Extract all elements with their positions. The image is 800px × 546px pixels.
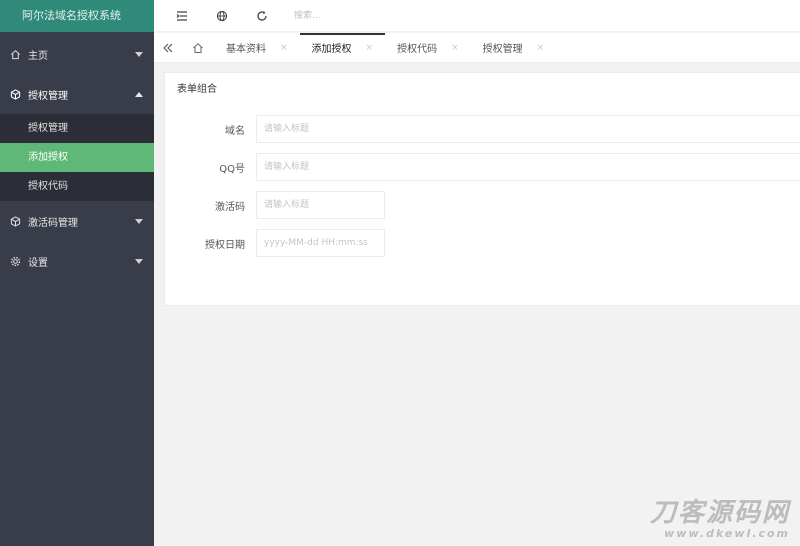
auth-date-input[interactable] [256, 229, 385, 257]
form-card: 表单组合 域名 QQ号 激活码 授权日期 [164, 72, 800, 306]
menu-fold-icon [176, 10, 187, 21]
sidebar-item-label: 设置 [28, 257, 48, 269]
close-icon[interactable]: × [366, 43, 374, 53]
sidebar-item-label: 激活码管理 [28, 217, 78, 229]
chevron-up-icon [135, 92, 143, 97]
double-chevron-left-icon [163, 43, 173, 52]
watermark-url: www.dkewl.com [664, 527, 790, 540]
tab-label: 授权管理 [482, 44, 523, 55]
sidebar-subitem-auth-manage[interactable]: 授权管理 [0, 114, 154, 143]
form-row-qq: QQ号 [165, 153, 800, 181]
app-title: 阿尔法域名授权系统 [0, 0, 154, 32]
home-icon [9, 48, 21, 60]
box-icon [9, 215, 21, 227]
chevron-down-icon [135, 52, 143, 57]
tab-auth-manage[interactable]: 授权管理 × [471, 33, 557, 63]
qq-label: QQ号 [219, 163, 245, 175]
sidebar-item-label: 授权管理 [28, 90, 68, 102]
tab-bar: 基本资料 × 添加授权 × 授权代码 × 授权管理 × [154, 32, 800, 63]
top-header [154, 0, 800, 32]
refresh-button[interactable] [242, 0, 282, 32]
sidebar: 阿尔法域名授权系统 主页 授权管理 授权管理 添加授权 授权代码 激活码管理 设… [0, 0, 154, 546]
watermark: 刀客源码网 www.dkewl.com [650, 499, 790, 540]
sidebar-item-home[interactable]: 主页 [0, 34, 154, 74]
domain-label: 域名 [225, 125, 245, 137]
auth-date-label: 授权日期 [205, 239, 245, 251]
sidebar-subnav: 授权管理 添加授权 授权代码 [0, 114, 154, 201]
globe-icon [216, 10, 228, 21]
close-icon[interactable]: × [451, 43, 459, 53]
form-row-auth-date: 授权日期 [165, 229, 800, 257]
globe-button[interactable] [202, 0, 242, 32]
chevron-down-icon [135, 259, 143, 264]
watermark-title: 刀客源码网 [649, 498, 790, 528]
sidebar-item-auth[interactable]: 授权管理 [0, 74, 154, 114]
tab-home[interactable] [182, 33, 214, 63]
qq-input[interactable] [256, 153, 800, 181]
tab-add-auth[interactable]: 添加授权 × [299, 32, 386, 63]
sidebar-item-label: 主页 [28, 50, 48, 62]
gear-icon [9, 255, 21, 267]
chevron-down-icon [135, 219, 143, 224]
tab-auth-code[interactable]: 授权代码 × [385, 33, 471, 63]
form-title: 表单组合 [177, 84, 217, 95]
tab-basic-info[interactable]: 基本资料 × [214, 33, 300, 63]
activation-code-input[interactable] [256, 191, 385, 219]
tab-label: 基本资料 [226, 44, 266, 55]
tab-label: 授权代码 [397, 44, 438, 55]
menu-toggle-button[interactable] [162, 0, 202, 32]
form-row-domain: 域名 [165, 115, 800, 143]
activation-code-label: 激活码 [215, 201, 245, 213]
form-row-activation-code: 激活码 [165, 191, 800, 219]
home-icon [193, 42, 203, 53]
refresh-icon [257, 10, 267, 21]
tab-label: 添加授权 [311, 44, 352, 55]
box-icon [9, 88, 21, 100]
close-icon[interactable]: × [280, 43, 288, 53]
domain-input[interactable] [256, 115, 800, 143]
tab-scroll-left-button[interactable] [154, 33, 182, 63]
search-input[interactable] [294, 5, 454, 26]
sidebar-item-settings[interactable]: 设置 [0, 241, 154, 281]
sidebar-item-activation[interactable]: 激活码管理 [0, 201, 154, 241]
close-icon[interactable]: × [537, 43, 545, 53]
sidebar-subitem-auth-code[interactable]: 授权代码 [0, 172, 154, 201]
sidebar-subitem-add-auth[interactable]: 添加授权 [0, 143, 154, 172]
